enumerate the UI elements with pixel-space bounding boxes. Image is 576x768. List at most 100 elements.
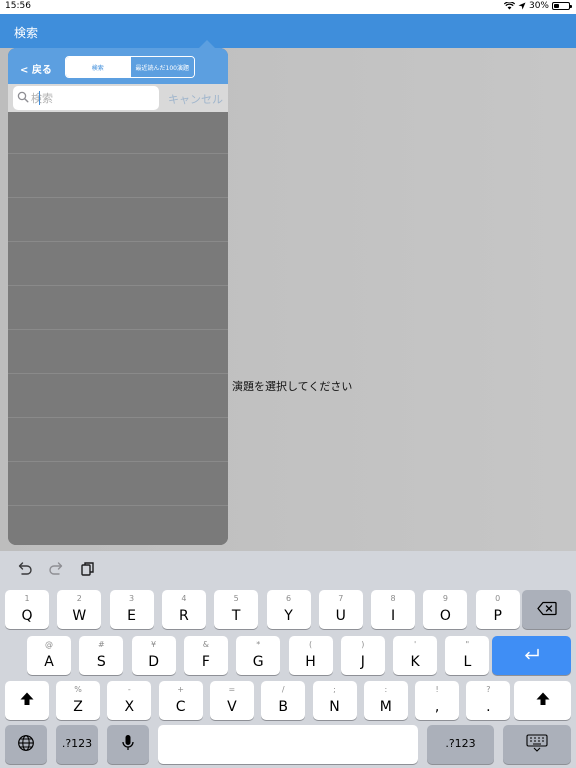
search-icon (17, 91, 29, 103)
numbers-key-left[interactable]: .?123 (56, 725, 98, 764)
key-label: W (72, 608, 87, 624)
list-item[interactable] (8, 418, 228, 462)
redo-icon[interactable] (47, 560, 65, 578)
key-secondary-label: 8 (390, 594, 396, 603)
search-field[interactable] (13, 86, 159, 110)
key-z[interactable]: % Z (56, 681, 100, 720)
list-item[interactable] (8, 112, 228, 154)
key-label: N (329, 699, 340, 715)
cancel-button[interactable]: キャンセル (168, 91, 223, 107)
key-v[interactable]: = V (209, 681, 254, 720)
key-l[interactable]: " L (445, 636, 490, 675)
keyboard-dismiss-icon (526, 733, 548, 752)
shift-key-left[interactable] (5, 681, 49, 720)
nav-title-search[interactable]: 検索 (14, 24, 38, 41)
key-label: V (227, 699, 237, 715)
key-t[interactable]: 5T (214, 590, 259, 629)
key-secondary-label: 1 (24, 594, 30, 603)
list-item[interactable] (8, 330, 228, 374)
list-item[interactable] (8, 242, 228, 286)
key-u[interactable]: 7U (318, 590, 363, 629)
key-label: C (175, 699, 186, 715)
key-label: M (379, 699, 392, 715)
key-label: O (439, 608, 451, 624)
wifi-icon (503, 2, 515, 10)
key-q[interactable]: 1Q (5, 590, 49, 629)
key-secondary-label: 2 (76, 594, 82, 603)
key-o[interactable]: 9O (423, 590, 468, 629)
key-y[interactable]: 6Y (266, 590, 311, 629)
key-secondary-label: : (384, 685, 388, 694)
key-g[interactable]: * G (236, 636, 281, 675)
key-label: A (44, 654, 54, 670)
hide-keyboard-key[interactable] (503, 725, 571, 764)
key-label: S (96, 654, 106, 670)
key-i[interactable]: 8I (371, 590, 416, 629)
key-secondary-label: 4 (181, 594, 187, 603)
list-item[interactable] (8, 462, 228, 506)
key-secondary-label: ' (413, 640, 417, 649)
result-list[interactable] (8, 112, 228, 545)
key-label: U (335, 608, 346, 624)
shift-icon (20, 692, 34, 705)
shift-key-right[interactable] (514, 681, 571, 720)
search-input[interactable] (31, 89, 155, 107)
key-e[interactable]: 3E (109, 590, 154, 629)
key-n[interactable]: ; N (312, 681, 357, 720)
key-d[interactable]: ¥ D (131, 636, 176, 675)
key-secondary-label: 5 (233, 594, 239, 603)
search-bar: キャンセル (8, 84, 228, 112)
undo-icon[interactable] (16, 560, 34, 578)
key-secondary-label: & (202, 640, 210, 649)
backspace-icon (536, 601, 557, 615)
key-label: I (391, 608, 396, 624)
key-label: Y (284, 608, 293, 624)
list-item[interactable] (8, 374, 228, 418)
key-a[interactable]: @ A (27, 636, 71, 675)
paste-icon[interactable] (79, 560, 97, 578)
key-s[interactable]: # S (79, 636, 124, 675)
key-m[interactable]: :M (363, 681, 408, 720)
list-item[interactable] (8, 154, 228, 198)
key-x[interactable]: -X (107, 681, 152, 720)
key-period[interactable]: ?. (466, 681, 511, 720)
key-h[interactable]: (H (288, 636, 333, 675)
key-p[interactable]: 0P (475, 590, 520, 629)
key-comma[interactable]: !, (415, 681, 460, 720)
text-caret (39, 91, 40, 105)
key-w[interactable]: 2W (57, 590, 102, 629)
segment-recent-100[interactable]: 最近読んだ100演題 (129, 57, 194, 77)
key-label: F (201, 654, 210, 670)
key-label: B (278, 699, 288, 715)
dictation-key[interactable] (107, 725, 149, 764)
key-label: D (148, 654, 159, 670)
key-secondary-label: 0 (495, 594, 501, 603)
list-item[interactable] (8, 198, 228, 242)
key-c[interactable]: + C (158, 681, 203, 720)
numbers-key-right[interactable]: .?123 (427, 725, 494, 764)
key-k[interactable]: ' K (393, 636, 438, 675)
key-f[interactable]: & F (183, 636, 228, 675)
segment-search[interactable]: 検索 (66, 57, 130, 77)
delete-key[interactable] (522, 590, 571, 629)
key-j[interactable]: ) J (340, 636, 385, 675)
key-secondary-label: % (74, 685, 82, 694)
globe-key[interactable] (5, 725, 47, 764)
space-bar[interactable] (158, 725, 418, 764)
key-secondary-label: = (228, 685, 236, 694)
return-key[interactable] (492, 636, 571, 675)
location-arrow-icon (518, 2, 526, 10)
key-label: G (252, 654, 264, 670)
back-button[interactable]: < 戻る (20, 61, 52, 76)
list-item[interactable] (8, 506, 228, 545)
key-secondary-label: * (256, 640, 261, 649)
key-r[interactable]: 4R (161, 590, 206, 629)
list-item[interactable] (8, 286, 228, 330)
key-label: Z (73, 699, 83, 715)
key-label: , (434, 699, 440, 715)
return-icon (524, 648, 539, 659)
key-secondary-label: ) (361, 640, 365, 649)
key-label: .?123 (61, 737, 93, 750)
select-abstract-message: 演題を選択してください (232, 380, 353, 393)
key-b[interactable]: / B (261, 681, 306, 720)
